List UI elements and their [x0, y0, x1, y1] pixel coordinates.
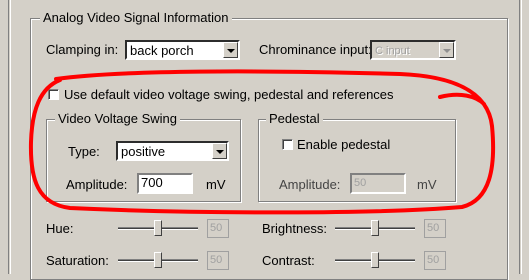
- clamping-select[interactable]: back porch: [125, 40, 240, 60]
- chrominance-dropdown-button[interactable]: [439, 42, 454, 58]
- chevron-down-icon: [443, 49, 451, 53]
- type-select[interactable]: positive: [116, 141, 229, 161]
- amplitude-input[interactable]: 700: [137, 173, 193, 194]
- contrast-label: Contrast:: [262, 253, 315, 268]
- chrominance-label: Chrominance input:: [259, 42, 372, 57]
- brightness-label: Brightness:: [262, 221, 328, 236]
- voltage-swing-title: Video Voltage Swing: [55, 112, 181, 126]
- chrominance-select[interactable]: C input: [370, 40, 456, 60]
- type-label: Type:: [68, 144, 100, 159]
- window-frame-left: [8, 0, 11, 274]
- clamping-dropdown-button[interactable]: [223, 42, 238, 58]
- enable-pedestal-checkbox[interactable]: [282, 139, 293, 150]
- brightness-value: 50: [424, 219, 446, 238]
- use-default-label: Use default video voltage swing, pedesta…: [64, 87, 394, 102]
- clamping-value: back porch: [130, 43, 194, 58]
- clamping-label: Clamping in:: [46, 42, 119, 57]
- chrominance-value: C input: [375, 45, 410, 57]
- hue-value: 50: [207, 219, 229, 238]
- amplitude-label: Amplitude:: [66, 177, 128, 192]
- enable-pedestal-label: Enable pedestal: [297, 137, 391, 152]
- hue-slider-thumb[interactable]: [154, 220, 162, 236]
- pedestal-amplitude-unit: mV: [417, 177, 437, 192]
- pedestal-amplitude-input[interactable]: 50: [350, 173, 406, 194]
- pedestal-title: Pedestal: [266, 112, 323, 126]
- type-dropdown-button[interactable]: [212, 143, 227, 159]
- type-value: positive: [121, 144, 166, 159]
- contrast-value: 50: [424, 251, 446, 270]
- saturation-slider-thumb[interactable]: [154, 252, 162, 268]
- use-default-checkbox[interactable]: [48, 89, 59, 100]
- analog-video-group-title: Analog Video Signal Information: [40, 11, 232, 25]
- hue-label: Hue:: [46, 221, 74, 236]
- contrast-slider-thumb[interactable]: [371, 252, 379, 268]
- chevron-down-icon: [227, 49, 235, 53]
- chevron-down-icon: [216, 150, 224, 154]
- brightness-slider-thumb[interactable]: [371, 220, 379, 236]
- pedestal-amplitude-label: Amplitude:: [279, 177, 341, 192]
- window-frame-right: [519, 0, 522, 274]
- saturation-label: Saturation:: [46, 253, 109, 268]
- saturation-value: 50: [207, 251, 229, 270]
- amplitude-unit: mV: [206, 177, 226, 192]
